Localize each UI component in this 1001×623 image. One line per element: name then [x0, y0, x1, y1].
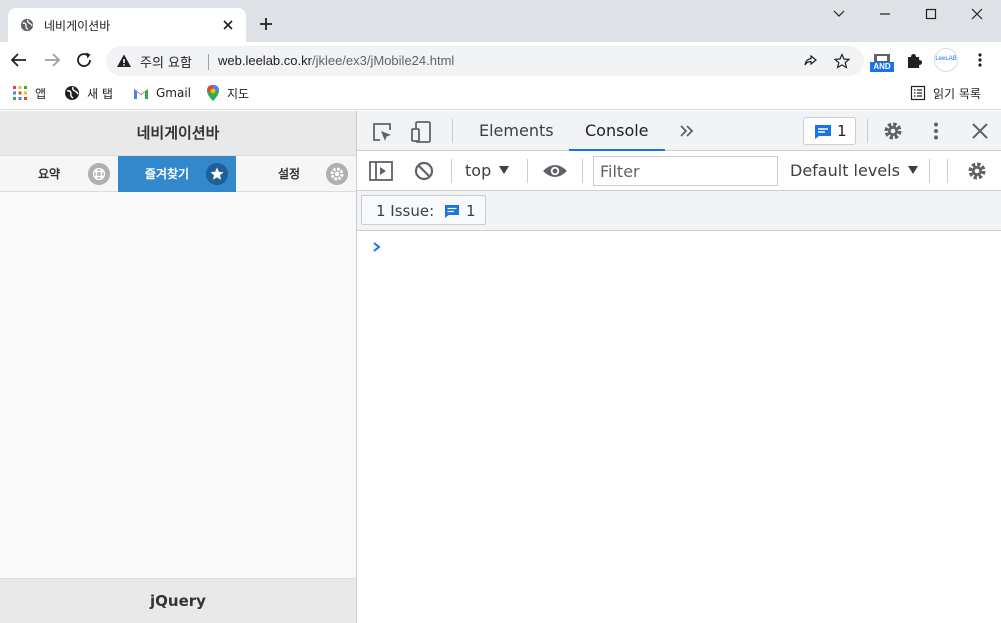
navbar-item-label: 요약 — [37, 167, 61, 181]
web-page: 네비게이션바 요약 즐겨찾기 설정 jQuery — [0, 111, 356, 623]
issues-count: 1 — [466, 202, 476, 220]
leelab-label: LeeLAB — [935, 56, 957, 62]
inspect-element-icon[interactable] — [371, 121, 393, 143]
gear-icon — [326, 163, 348, 185]
message-icon — [815, 125, 831, 139]
eye-icon[interactable] — [542, 163, 568, 179]
bookmark-gmail[interactable]: Gmail — [133, 84, 191, 102]
tabbar-separator — [452, 119, 453, 143]
globe-icon — [65, 86, 79, 100]
reload-icon[interactable] — [75, 51, 93, 69]
bookmarks-bar: 앱 새 탭 Gmail 지도 읽기 목록 — [0, 78, 1001, 110]
extensions-puzzle-icon[interactable] — [905, 51, 923, 69]
close-icon[interactable] — [220, 17, 236, 33]
navbar-item-label: 즐겨찾기 — [144, 167, 190, 181]
issues-bar: 1 Issue: 1 — [357, 191, 1001, 231]
and-extension-icon[interactable]: AND — [870, 50, 894, 72]
address-bar[interactable]: 주의 요함 web.leelab.co.kr/jklee/ex3/jMobile… — [106, 46, 864, 76]
log-levels-label: Default levels — [790, 161, 900, 180]
navbar: 요약 즐겨찾기 설정 — [0, 156, 356, 192]
filter-box[interactable] — [593, 156, 778, 186]
more-tabs-chevron-icon[interactable] — [679, 124, 695, 138]
bookmark-maps-label: 지도 — [227, 86, 250, 101]
gmail-icon — [134, 89, 148, 99]
toolbar-separator — [527, 159, 528, 183]
map-pin-icon — [207, 85, 219, 101]
console-output[interactable] — [357, 231, 1001, 623]
reading-list-icon — [910, 85, 926, 101]
devtools-tabbar: Elements Console 1 — [357, 111, 1001, 151]
tab-elements[interactable]: Elements — [479, 111, 554, 151]
bookmark-new-tab-label: 새 탭 — [87, 86, 113, 101]
context-selector-label: top — [465, 161, 492, 180]
dropdown-triangle-icon — [499, 166, 510, 174]
context-selector[interactable]: top — [465, 161, 510, 180]
close-icon[interactable] — [971, 122, 989, 140]
share-icon[interactable] — [802, 53, 818, 69]
toolbar-separator — [582, 159, 583, 183]
page-header: 네비게이션바 — [0, 111, 356, 156]
navbar-item-favorites[interactable]: 즐겨찾기 — [118, 156, 236, 192]
bookmark-apps-label: 앱 — [35, 86, 47, 101]
star-icon — [206, 163, 228, 185]
grid-icon — [88, 163, 110, 185]
bookmark-gmail-label: Gmail — [156, 86, 192, 100]
tabbar-separator — [867, 119, 868, 143]
window-close-icon[interactable] — [969, 6, 985, 22]
gear-icon[interactable] — [882, 120, 904, 142]
minimize-icon[interactable] — [877, 6, 893, 22]
globe-icon — [20, 18, 34, 32]
warning-icon[interactable] — [116, 53, 132, 69]
message-icon — [445, 205, 459, 218]
new-tab-icon[interactable] — [258, 16, 274, 32]
filter-input[interactable] — [594, 157, 777, 185]
back-arrow-icon[interactable] — [10, 51, 28, 69]
tab-title: 네비게이션바 — [44, 19, 111, 33]
url-host: web.leelab.co.kr — [218, 53, 312, 68]
console-prompt-chevron-icon — [373, 242, 381, 252]
toolbar-separator — [929, 159, 930, 183]
star-icon[interactable] — [834, 53, 850, 69]
log-levels-dropdown[interactable]: Default levels — [790, 161, 918, 180]
browser-toolbar: 주의 요함 web.leelab.co.kr/jklee/ex3/jMobile… — [0, 42, 1001, 78]
issues-counter-value: 1 — [837, 122, 847, 140]
issues-counter-button[interactable]: 1 — [803, 117, 856, 145]
browser-tab[interactable]: 네비게이션바 — [8, 8, 246, 42]
sidebar-toggle-icon[interactable] — [369, 160, 393, 182]
navbar-item-summary[interactable]: 요약 — [0, 156, 118, 192]
bookmark-new-tab[interactable]: 새 탭 — [64, 84, 113, 102]
bookmark-apps[interactable]: 앱 — [12, 84, 46, 102]
tab-console[interactable]: Console — [569, 111, 665, 151]
url-path: /jklee/ex3/jMobile24.html — [311, 53, 455, 68]
console-settings-gear-icon[interactable] — [966, 160, 988, 182]
chevron-down-icon[interactable] — [831, 6, 847, 22]
omnibox-separator — [208, 54, 209, 70]
dropdown-triangle-icon — [907, 166, 918, 174]
issues-label: 1 Issue: — [376, 202, 435, 220]
maximize-icon[interactable] — [923, 6, 939, 22]
issues-chip[interactable]: 1 Issue: 1 — [361, 195, 486, 225]
and-label: AND — [870, 62, 894, 72]
clear-console-icon[interactable] — [414, 161, 434, 181]
leelab-extension-icon[interactable]: LeeLAB — [934, 48, 958, 72]
bookmark-maps[interactable]: 지도 — [206, 84, 249, 102]
reading-list[interactable]: 읽기 목록 — [910, 84, 981, 102]
console-toolbar: top Default levels — [357, 151, 1001, 191]
kebab-menu-icon[interactable] — [926, 121, 946, 141]
navbar-item-settings[interactable]: 설정 — [236, 156, 356, 192]
url-text[interactable]: web.leelab.co.kr/jklee/ex3/jMobile24.htm… — [218, 53, 454, 68]
toolbar-separator — [451, 159, 452, 183]
reading-list-label: 읽기 목록 — [933, 86, 981, 101]
device-toolbar-icon[interactable] — [411, 120, 433, 144]
tab-strip: 네비게이션바 — [0, 0, 1001, 42]
forward-arrow-icon[interactable] — [43, 51, 61, 69]
page-footer: jQuery — [0, 578, 356, 623]
security-warning-text[interactable]: 주의 요함 — [140, 52, 192, 71]
apps-grid-icon — [13, 86, 27, 100]
devtools-panel: Elements Console 1 top Filter Default le… — [356, 111, 1001, 623]
toolbar-separator — [947, 159, 948, 183]
kebab-menu-icon[interactable] — [972, 52, 988, 68]
